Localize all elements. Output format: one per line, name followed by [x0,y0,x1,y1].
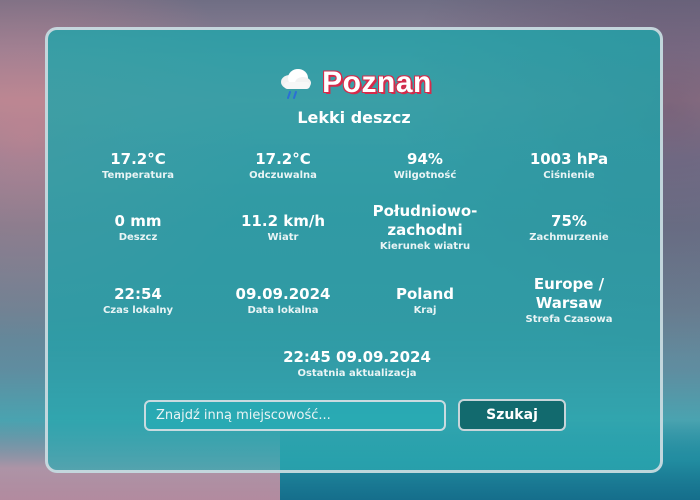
last-update-label: Ostatnia aktualizacja [297,368,417,379]
stat-value: 94% [407,150,443,168]
stat-value: 1003 hPa [529,150,609,168]
stat-rain: 0 mm Deszcz [63,212,213,244]
stat-value: Południowo-zachodni [372,202,478,239]
search-button[interactable]: Szukaj [458,399,566,431]
stat-humidity: 94% Wilgotność [350,150,500,182]
stat-label: Temperatura [102,170,174,181]
stat-label: Deszcz [118,232,158,243]
stat-value: 17.2°C [110,150,166,168]
stat-wind: 11.2 km/h Wiatr [208,212,358,244]
stat-label: Wiatr [267,232,299,243]
stat-value: 09.09.2024 [235,285,331,303]
weather-header: Poznan [48,64,660,102]
weather-card: Poznan Lekki deszcz 17.2°C Temperatura 1… [45,27,663,473]
stat-label: Strefa Czasowa [525,314,613,325]
stat-feels-like: 17.2°C Odczuwalna [208,150,358,182]
last-update: 22:45 09.09.2024 Ostatnia aktualizacja [252,348,462,380]
stat-label: Zachmurzenie [529,232,609,243]
stat-cloudiness: 75% Zachmurzenie [494,212,644,244]
stat-label: Kierunek wiatru [379,241,471,252]
stat-timezone: Europe / Warsaw Strefa Czasowa [494,275,644,326]
search-input[interactable] [144,400,446,431]
stat-value: 75% [551,212,587,230]
stat-label: Odczuwalna [249,170,317,181]
stat-country: Poland Kraj [350,285,500,317]
stat-value: 0 mm [114,212,162,230]
stat-pressure: 1003 hPa Ciśnienie [494,150,644,182]
city-name: Poznan [322,66,432,99]
stat-label: Ciśnienie [543,170,595,181]
last-update-value: 22:45 09.09.2024 [283,348,431,366]
stat-label: Czas lokalny [102,305,174,316]
stat-value: 22:54 [114,285,162,303]
stat-label: Data lokalna [247,305,319,316]
stat-value: Poland [396,285,454,303]
stat-temperature: 17.2°C Temperatura [63,150,213,182]
stat-wind-direction: Południowo-zachodni Kierunek wiatru [350,202,500,253]
stat-value: 17.2°C [255,150,311,168]
stat-local-date: 09.09.2024 Data lokalna [208,285,358,317]
stat-local-time: 22:54 Czas lokalny [63,285,213,317]
cloud-rain-icon [276,64,314,102]
stat-label: Wilgotność [393,170,457,181]
stat-value: Europe / Warsaw [533,275,605,312]
stat-value: 11.2 km/h [241,212,325,230]
stat-label: Kraj [413,305,437,316]
weather-description: Lekki deszcz [297,108,411,127]
